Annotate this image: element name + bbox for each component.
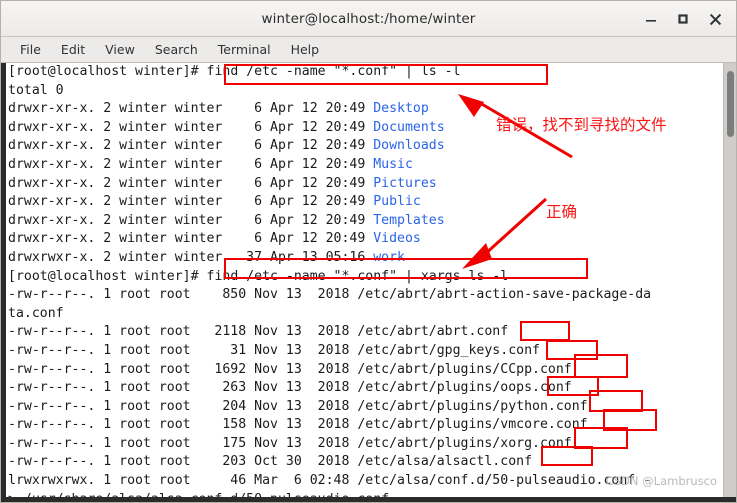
menu-bar: File Edit View Search Terminal Help [1,37,736,63]
directory-name: Downloads [373,138,445,154]
directory-listing-row: drwxrwxr-x. 2 winter winter 37 Apr 13 05… [8,249,723,268]
terminal-window: winter@localhost:/home/winter File Edit … [0,0,737,503]
shell-command: find /etc -name "*.conf" | xargs ls -l [206,268,509,284]
window-title: winter@localhost:/home/winter [261,10,476,27]
menu-item-edit[interactable]: Edit [52,39,94,60]
shell-prompt: [root@localhost winter]# [8,268,207,284]
terminal-output[interactable]: [root@localhost winter]# find /etc -name… [6,63,723,502]
menu-item-file[interactable]: File [11,39,50,60]
terminal-output-line: -rw-r--r--. 1 root root 2118 Nov 13 2018… [8,324,509,340]
correct-annotation-text: 正确 [546,203,578,221]
terminal-output-line: -rw-r--r--. 1 root root 31 Nov 13 2018 /… [8,342,540,358]
menu-item-search[interactable]: Search [146,39,207,60]
menu-item-help[interactable]: Help [282,39,329,60]
file-metadata: drwxr-xr-x. 2 winter winter 6 Apr 12 20:… [8,194,374,210]
terminal-area: [root@localhost winter]# find /etc -name… [1,63,736,502]
directory-name: Videos [373,231,421,247]
title-bar: winter@localhost:/home/winter [1,1,736,37]
file-metadata: drwxr-xr-x. 2 winter winter 6 Apr 12 20:… [8,212,374,228]
directory-name: Documents [373,119,445,135]
menu-item-terminal[interactable]: Terminal [209,39,280,60]
file-metadata: drwxr-xr-x. 2 winter winter 6 Apr 12 20:… [8,138,374,154]
file-metadata: drwxr-xr-x. 2 winter winter 6 Apr 12 20:… [8,175,374,191]
terminal-output-line: -rw-r--r--. 1 root root 158 Nov 13 2018 … [8,417,588,433]
directory-listing-row: drwxr-xr-x. 2 winter winter 6 Apr 12 20:… [8,137,723,156]
directory-listing-row: drwxr-xr-x. 2 winter winter 6 Apr 12 20:… [8,193,723,212]
directory-name: Templates [373,212,445,228]
file-metadata: drwxr-xr-x. 2 winter winter 6 Apr 12 20:… [8,156,374,172]
directory-listing-row: drwxr-xr-x. 2 winter winter 6 Apr 12 20:… [8,230,723,249]
terminal-prompt-line: [root@localhost winter]# find /etc -name… [8,268,723,287]
terminal-bottom-edge [1,497,736,502]
terminal-output-line: total 0 [8,82,64,98]
shell-command: find /etc -name "*.conf" | ls -l [206,64,461,79]
terminal-output-line: -rw-r--r--. 1 root root 263 Nov 13 2018 … [8,380,572,396]
menu-item-view[interactable]: View [96,39,144,60]
directory-name: Desktop [373,101,429,117]
directory-name: work [373,249,405,265]
terminal-scrollbar[interactable] [723,63,736,502]
terminal-output-line: -rw-r--r--. 1 root root 1692 Nov 13 2018… [8,361,572,377]
file-metadata: drwxr-xr-x. 2 winter winter 6 Apr 12 20:… [8,119,374,135]
terminal-output-line: -rw-r--r--. 1 root root 850 Nov 13 2018 … [8,287,652,303]
file-metadata: drwxr-xr-x. 2 winter winter 6 Apr 12 20:… [8,231,374,247]
terminal-output-line: -rw-r--r--. 1 root root 204 Nov 13 2018 … [8,398,588,414]
maximize-button[interactable] [668,5,698,33]
minimize-button[interactable] [636,5,666,33]
terminal-prompt-line: [root@localhost winter]# find /etc -name… [8,63,723,82]
scrollbar-thumb[interactable] [727,71,734,137]
error-annotation-text: 错误，找不到寻找的文件 [496,116,667,134]
csdn-watermark: CSDN @Lambrusco [605,474,717,488]
file-metadata: drwxr-xr-x. 2 winter winter 6 Apr 12 20:… [8,101,374,117]
shell-prompt: [root@localhost winter]# [8,64,207,79]
directory-listing-row: drwxr-xr-x. 2 winter winter 6 Apr 12 20:… [8,212,723,231]
directory-listing-row: drwxr-xr-x. 2 winter winter 6 Apr 12 20:… [8,175,723,194]
terminal-output-line: -rw-r--r--. 1 root root 203 Oct 30 2018 … [8,454,533,470]
directory-name: Music [373,156,413,172]
file-metadata: drwxrwxr-x. 2 winter winter 37 Apr 13 05… [8,249,374,265]
directory-name: Pictures [373,175,437,191]
close-button[interactable] [700,5,730,33]
window-controls [636,1,730,37]
directory-name: Public [373,194,421,210]
terminal-output-line: -rw-r--r--. 1 root root 175 Nov 13 2018 … [8,435,572,451]
directory-listing-row: drwxr-xr-x. 2 winter winter 6 Apr 12 20:… [8,156,723,175]
terminal-output-line: ta.conf [8,305,64,321]
